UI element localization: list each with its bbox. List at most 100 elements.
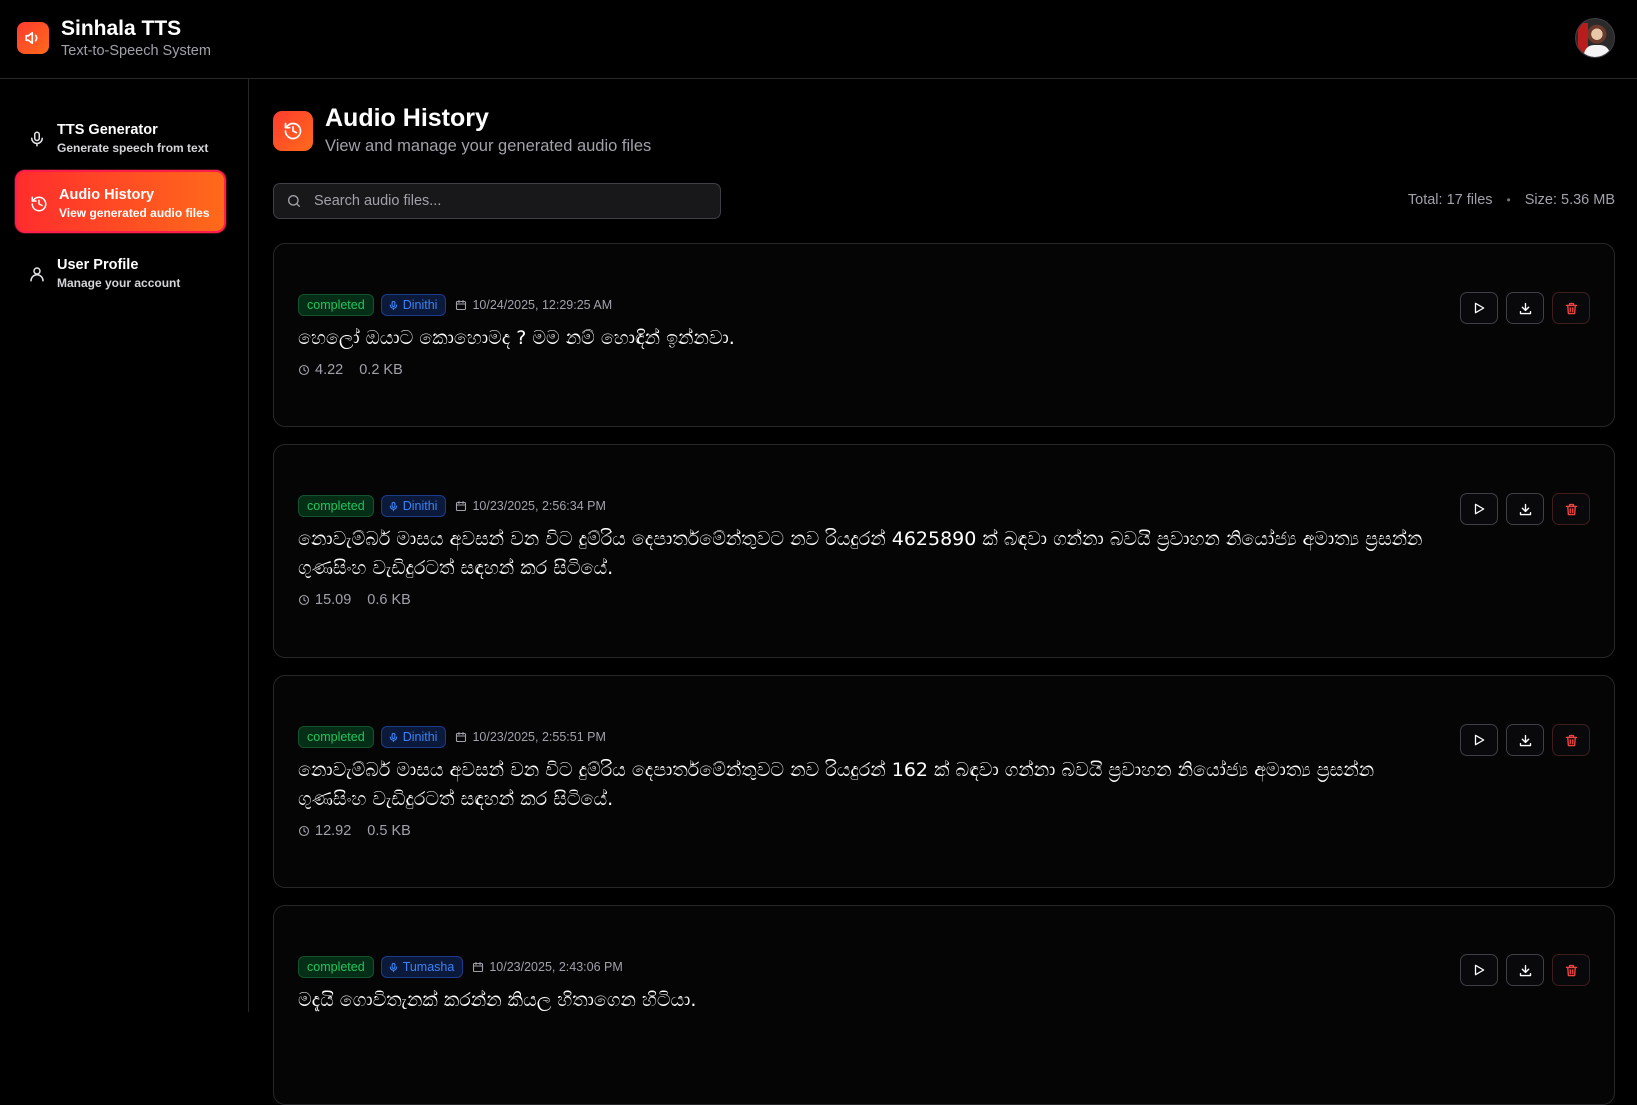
voice-badge: Dinithi [380, 726, 447, 748]
duration: 12.92 [298, 823, 351, 839]
download-button[interactable] [1506, 954, 1544, 986]
date-text: 10/23/2025, 2:56:34 PM [472, 499, 606, 513]
sidebar-item-desc: Generate speech from text [57, 141, 209, 155]
clock-icon [298, 825, 310, 837]
audio-text: මදැයි ගොවිතැනක් කරන්න කියල හිතාගෙන හිටිය… [298, 989, 697, 1011]
duration-value: 4.22 [315, 362, 344, 378]
app-title: Sinhala TTS [61, 17, 182, 40]
download-icon [1519, 964, 1531, 976]
total-files: Total: 17 files [1407, 192, 1493, 208]
app-subtitle: Text-to-Speech System [61, 43, 211, 59]
date-stamp: 10/23/2025, 2:43:06 PM [472, 960, 623, 974]
audio-card: completed Dinithi 10/24/2025, 12:29:25 A… [273, 243, 1615, 427]
voice-name: Dinithi [402, 730, 438, 744]
avatar[interactable] [1575, 18, 1615, 58]
trash-icon [1565, 964, 1577, 976]
delete-button[interactable] [1552, 724, 1590, 756]
status-badge: completed [298, 726, 374, 748]
file-size: 0.2 KB [359, 362, 403, 378]
microphone-icon [389, 501, 397, 511]
duration: 4.22 [298, 362, 343, 378]
date-text: 10/23/2025, 2:43:06 PM [489, 960, 623, 974]
sidebar-item-desc: View generated audio files [59, 206, 210, 220]
microphone-icon [389, 300, 397, 310]
sidebar-item-label: Audio History [59, 187, 155, 203]
download-icon [1519, 302, 1531, 314]
audio-meta: 15.09 0.6 KB [298, 592, 411, 608]
date-text: 10/24/2025, 12:29:25 AM [472, 298, 613, 312]
card-badges: completed Dinithi 10/23/2025, 2:55:51 PM [298, 726, 606, 748]
top-header: Sinhala TTS Text-to-Speech System [0, 0, 1637, 79]
play-icon [1474, 302, 1485, 314]
page-subtitle: View and manage your generated audio fil… [325, 137, 652, 155]
clock-icon [298, 364, 310, 376]
card-badges: completed Dinithi 10/23/2025, 2:56:34 PM [298, 495, 606, 517]
status-badge: completed [298, 956, 374, 978]
delete-button[interactable] [1552, 292, 1590, 324]
voice-name: Dinithi [402, 499, 438, 513]
download-icon [1519, 503, 1531, 515]
microphone-icon [389, 962, 397, 972]
play-button[interactable] [1460, 292, 1498, 324]
sidebar-item-desc: Manage your account [57, 276, 181, 290]
duration: 15.09 [298, 592, 351, 608]
play-icon [1474, 734, 1485, 746]
history-icon [31, 196, 47, 212]
audio-meta: 12.92 0.5 KB [298, 823, 411, 839]
download-button[interactable] [1506, 724, 1544, 756]
play-button[interactable] [1460, 724, 1498, 756]
duration-value: 12.92 [315, 823, 352, 839]
calendar-icon [456, 731, 467, 743]
calendar-icon [456, 500, 467, 512]
audio-text: නොවැම්බර් මාසය අවසන් වන විට දුම්රිය දෙපා… [298, 759, 1375, 810]
calendar-icon [473, 961, 484, 973]
voice-name: Tumasha [402, 960, 455, 974]
total-size: Size: 5.36 MB [1524, 192, 1615, 208]
search-input[interactable] [314, 184, 714, 218]
date-stamp: 10/23/2025, 2:55:51 PM [455, 730, 606, 744]
stats-summary: Total: 17 files • Size: 5.36 MB [1408, 192, 1615, 208]
play-icon [1474, 964, 1485, 976]
audio-meta: 4.22 0.2 KB [298, 362, 403, 378]
history-icon [273, 111, 313, 151]
play-button[interactable] [1460, 493, 1498, 525]
page-title: Audio History [325, 104, 489, 132]
card-actions [1460, 292, 1590, 324]
audio-card: completed Tumasha 10/23/2025, 2:43:06 PM… [273, 905, 1615, 1105]
stats-separator: • [1506, 193, 1511, 207]
file-size: 0.6 KB [367, 592, 411, 608]
microphone-icon [31, 131, 43, 147]
card-badges: completed Dinithi 10/24/2025, 12:29:25 A… [298, 294, 612, 316]
audio-text: නොවැම්බර් මාසය අවසන් වන විට දුම්රිය දෙපා… [298, 528, 1423, 579]
user-icon [30, 267, 44, 282]
voice-badge: Dinithi [380, 294, 447, 316]
trash-icon [1565, 302, 1577, 314]
search-box [273, 183, 721, 219]
card-badges: completed Tumasha 10/23/2025, 2:43:06 PM [298, 956, 623, 978]
file-size: 0.5 KB [367, 823, 411, 839]
sidebar-item-label: TTS Generator [57, 122, 158, 138]
play-button[interactable] [1460, 954, 1498, 986]
download-icon [1519, 734, 1531, 746]
date-text: 10/23/2025, 2:55:51 PM [472, 730, 606, 744]
audio-text: හෙලෝ ඔයාට කොහොමද ? මම නම් හොඳින් ඉන්නවා. [298, 327, 735, 349]
audio-card: completed Dinithi 10/23/2025, 2:56:34 PM… [273, 444, 1615, 658]
sidebar: TTS Generator Generate speech from text … [0, 79, 249, 1012]
card-actions [1460, 954, 1590, 986]
sidebar-item-audio-history[interactable]: Audio History View generated audio files [15, 170, 226, 233]
search-icon [288, 195, 300, 207]
download-button[interactable] [1506, 493, 1544, 525]
download-button[interactable] [1506, 292, 1544, 324]
duration-value: 15.09 [315, 592, 352, 608]
status-badge: completed [298, 294, 374, 316]
microphone-icon [389, 732, 397, 742]
sidebar-item-tts-generator[interactable]: TTS Generator Generate speech from text [15, 107, 226, 170]
delete-button[interactable] [1552, 954, 1590, 986]
status-badge: completed [298, 495, 374, 517]
speaker-icon [17, 22, 49, 54]
sidebar-item-user-profile[interactable]: User Profile Manage your account [15, 242, 226, 305]
date-stamp: 10/24/2025, 12:29:25 AM [455, 298, 612, 312]
card-actions [1460, 724, 1590, 756]
play-icon [1474, 503, 1485, 515]
delete-button[interactable] [1552, 493, 1590, 525]
